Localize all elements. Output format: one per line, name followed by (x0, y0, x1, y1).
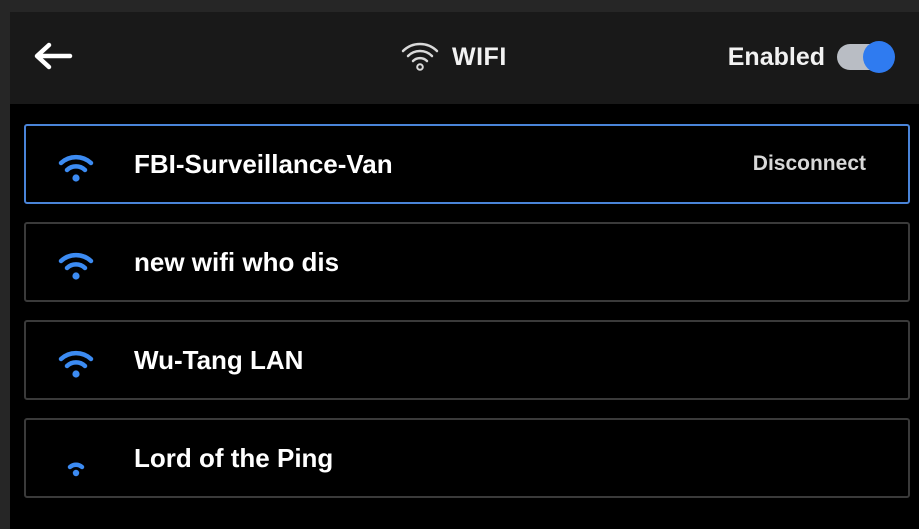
network-item[interactable]: new wifi who dis (24, 222, 910, 302)
network-name: Wu-Tang LAN (134, 344, 304, 375)
toggle-knob (863, 41, 895, 73)
enabled-label: Enabled (727, 42, 825, 71)
network-name: Lord of the Ping (134, 442, 334, 473)
network-name: new wifi who dis (134, 246, 340, 277)
wifi-signal-weak-icon (67, 462, 85, 477)
network-name: FBI-Surveillance-Van (134, 148, 393, 179)
wifi-toggle[interactable] (837, 41, 895, 73)
disconnect-button[interactable]: Disconnect (753, 126, 866, 202)
back-button[interactable] (30, 36, 76, 76)
wifi-signal-icon (58, 154, 94, 182)
page-title: WIFI (452, 42, 507, 71)
arrow-left-icon (34, 42, 73, 70)
wifi-panel: WIFI Enabled FBI-Surveillance-Van Discon… (10, 12, 919, 529)
network-item[interactable]: Lord of the Ping (24, 418, 910, 498)
header-bar: WIFI Enabled (10, 12, 919, 104)
title-group: WIFI (400, 36, 507, 78)
wifi-icon (400, 40, 440, 74)
network-item[interactable]: FBI-Surveillance-Van Disconnect (24, 124, 910, 204)
wifi-signal-icon (58, 252, 94, 280)
wifi-settings-window: WIFI Enabled FBI-Surveillance-Van Discon… (0, 0, 919, 529)
wifi-enabled-control: Enabled (727, 38, 895, 76)
wifi-signal-icon (58, 350, 94, 378)
network-item[interactable]: Wu-Tang LAN (24, 320, 910, 400)
